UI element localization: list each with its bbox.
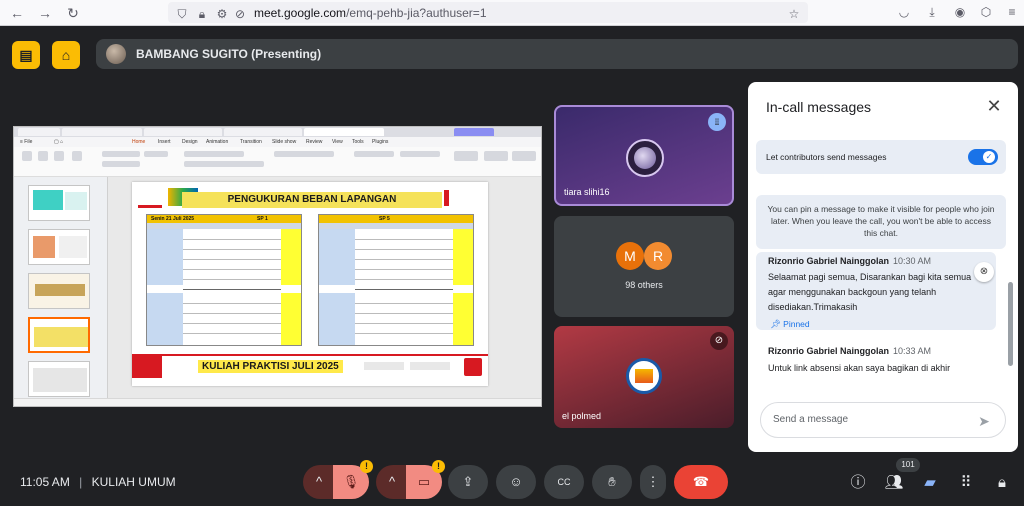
warning-icon: ! (360, 460, 373, 473)
message-time: 10:33 AM (893, 346, 932, 356)
close-icon[interactable]: ✕ (984, 96, 1004, 116)
slide-thumbnail[interactable] (28, 229, 90, 265)
table-header: SP 1 (257, 216, 268, 222)
mic-options-button[interactable]: ^ (303, 465, 335, 499)
avatar: M (616, 242, 644, 270)
presenter-bar: BAMBANG SUGITO (Presenting) (96, 39, 1018, 69)
download-icon[interactable]: ⤓ (924, 4, 940, 20)
slide-canvas: PENGUKURAN BEBAN LAPANGAN Senin 21 Juli … (132, 182, 488, 386)
speaking-icon: ⦙⦙ (708, 113, 726, 131)
shared-screen: ≡ File ▢ ⌂ Home Insert Design Animation Tra… (13, 126, 542, 407)
check-icon: ✓ (983, 151, 995, 163)
slide-footer: KULIAH PRAKTISI JULI 2025 (132, 354, 488, 378)
avatar: R (644, 242, 672, 270)
reload-icon[interactable]: ↻ (64, 4, 82, 22)
presentation-icon[interactable]: ▤ (12, 41, 40, 69)
message-time: 10:30 AM (893, 256, 932, 266)
avatar (626, 358, 662, 394)
menu-icon[interactable]: ≡ (1004, 4, 1020, 20)
avatar (106, 44, 126, 64)
data-table: Senin 21 Juli 2025 SP 1 (146, 214, 302, 346)
chat-icon[interactable]: ▰ (920, 473, 940, 493)
sender-name: Rizonrio Gabriel Nainggolan (768, 256, 890, 266)
people-count-badge: 101 (896, 458, 920, 472)
pinned-text: Pinned (783, 319, 810, 329)
message-input[interactable]: Send a message ➤ (760, 402, 1006, 438)
others-count: 98 others (625, 280, 663, 290)
slide-footer-text: KULIAH PRAKTISI JULI 2025 (198, 360, 343, 373)
participant-tile[interactable]: ⦙⦙ tiara slihi16 (554, 105, 734, 206)
more-options-button[interactable]: ⋮ (640, 465, 666, 499)
camera-options-button[interactable]: ^ (376, 465, 408, 499)
sender-name: Rizonrio Gabriel Nainggolan (768, 346, 890, 356)
slide-thumbnail[interactable] (28, 185, 90, 221)
app-ribbon (14, 147, 541, 177)
meeting-info: 11:05 AM | KULIAH UMUM (20, 475, 176, 489)
unpin-icon[interactable]: ⊗ (974, 262, 994, 282)
bookmark-star-icon[interactable]: ☆ (786, 6, 802, 22)
clock: 11:05 AM (20, 475, 70, 489)
shield-icon[interactable]: ⛉ (174, 6, 190, 22)
contributors-toggle[interactable]: ✓ (968, 149, 998, 165)
account-icon[interactable]: ◉ (952, 4, 968, 20)
pin-info: You can pin a message to make it visible… (756, 195, 1006, 249)
forward-icon[interactable]: → (36, 4, 54, 22)
tracking-icon[interactable]: ⊘ (232, 6, 248, 22)
toggle-label: Let contributors send messages (766, 152, 887, 162)
app-tabs (14, 127, 541, 137)
slide-thumbnail[interactable] (28, 361, 90, 397)
url-domain: meet.google.com (254, 6, 347, 20)
chat-title: In-call messages (766, 99, 872, 115)
chat-panel: In-call messages ✕ Let contributors send… (748, 82, 1018, 452)
participant-tile[interactable]: ⊘ el polmed (554, 326, 734, 428)
emoji-button[interactable]: ☺ (496, 465, 536, 499)
send-icon[interactable]: ➤ (975, 412, 993, 430)
message-text: Untuk link absensi akan saya bagikan di … (768, 363, 951, 373)
warning-icon: ! (432, 460, 445, 473)
url-text: meet.google.com/emq-pehb-jia?authuser=1 (254, 6, 487, 20)
lock-icon[interactable]: 🔒︎ (194, 6, 210, 22)
data-table: SP 5 (318, 214, 474, 346)
app-menu: ≡ File ▢ ⌂ Home Insert Design Animation Tra… (14, 137, 541, 147)
slide-thumbnail[interactable] (28, 273, 90, 309)
captions-button[interactable]: CC (544, 465, 584, 499)
present-screen-button[interactable]: ⇪ (448, 465, 488, 499)
permissions-icon[interactable]: ⚙ (214, 6, 230, 22)
chat-scrollbar[interactable] (1008, 282, 1013, 366)
logo (444, 190, 478, 206)
participant-name: el polmed (562, 411, 602, 421)
message-text: Selaamat pagi semua, Disarankan bagi kit… (768, 272, 972, 312)
others-tile[interactable]: M R 98 others (554, 216, 734, 317)
app-statusbar (14, 398, 541, 406)
leave-call-button[interactable]: ☎︎ (674, 465, 728, 499)
building-icon[interactable]: ⌂ (52, 41, 80, 69)
browser-toolbar: ← → ↻ ⛉ 🔒︎ ⚙ ⊘ meet.google.com/emq-pehb-… (0, 0, 1024, 26)
back-icon[interactable]: ← (8, 4, 26, 22)
raise-hand-button[interactable]: ✋︎ (592, 465, 632, 499)
activities-icon[interactable]: ⠿ (956, 473, 976, 493)
table-header: SP 5 (379, 216, 390, 222)
logo (138, 188, 162, 208)
mic-off-icon: ⊘ (710, 332, 728, 350)
message-placeholder: Send a message (773, 414, 849, 425)
pocket-icon[interactable]: ◡ (896, 4, 912, 20)
meeting-title: KULIAH UMUM (91, 475, 176, 489)
host-controls-icon[interactable]: 🔒︎ (992, 473, 1012, 493)
participant-name: tiara slihi16 (564, 187, 610, 197)
table-date: Senin 21 Juli 2025 (151, 216, 195, 222)
avatar (626, 139, 664, 177)
message-sender: Rizonrio Gabriel Nainggolan 10:30 AM (768, 256, 931, 266)
slide-thumbnails (14, 177, 108, 398)
pinned-label: 📌︎ Pinned (770, 319, 810, 329)
presenter-name: BAMBANG SUGITO (Presenting) (136, 47, 322, 61)
slide-thumbnail-current[interactable] (28, 317, 90, 353)
slide-title: PENGUKURAN BEBAN LAPANGAN (227, 194, 397, 205)
extensions-icon[interactable]: ⬡ (978, 4, 994, 20)
contributors-setting: Let contributors send messages ✓ (756, 140, 1006, 174)
address-bar[interactable]: ⛉ 🔒︎ ⚙ ⊘ meet.google.com/emq-pehb-jia?au… (168, 2, 808, 23)
message-sender: Rizonrio Gabriel Nainggolan 10:33 AM (768, 346, 931, 356)
url-path: /emq-pehb-jia?authuser=1 (346, 6, 487, 20)
people-icon[interactable]: 👥︎ (884, 473, 904, 493)
info-icon[interactable]: ⓘ (848, 473, 868, 493)
